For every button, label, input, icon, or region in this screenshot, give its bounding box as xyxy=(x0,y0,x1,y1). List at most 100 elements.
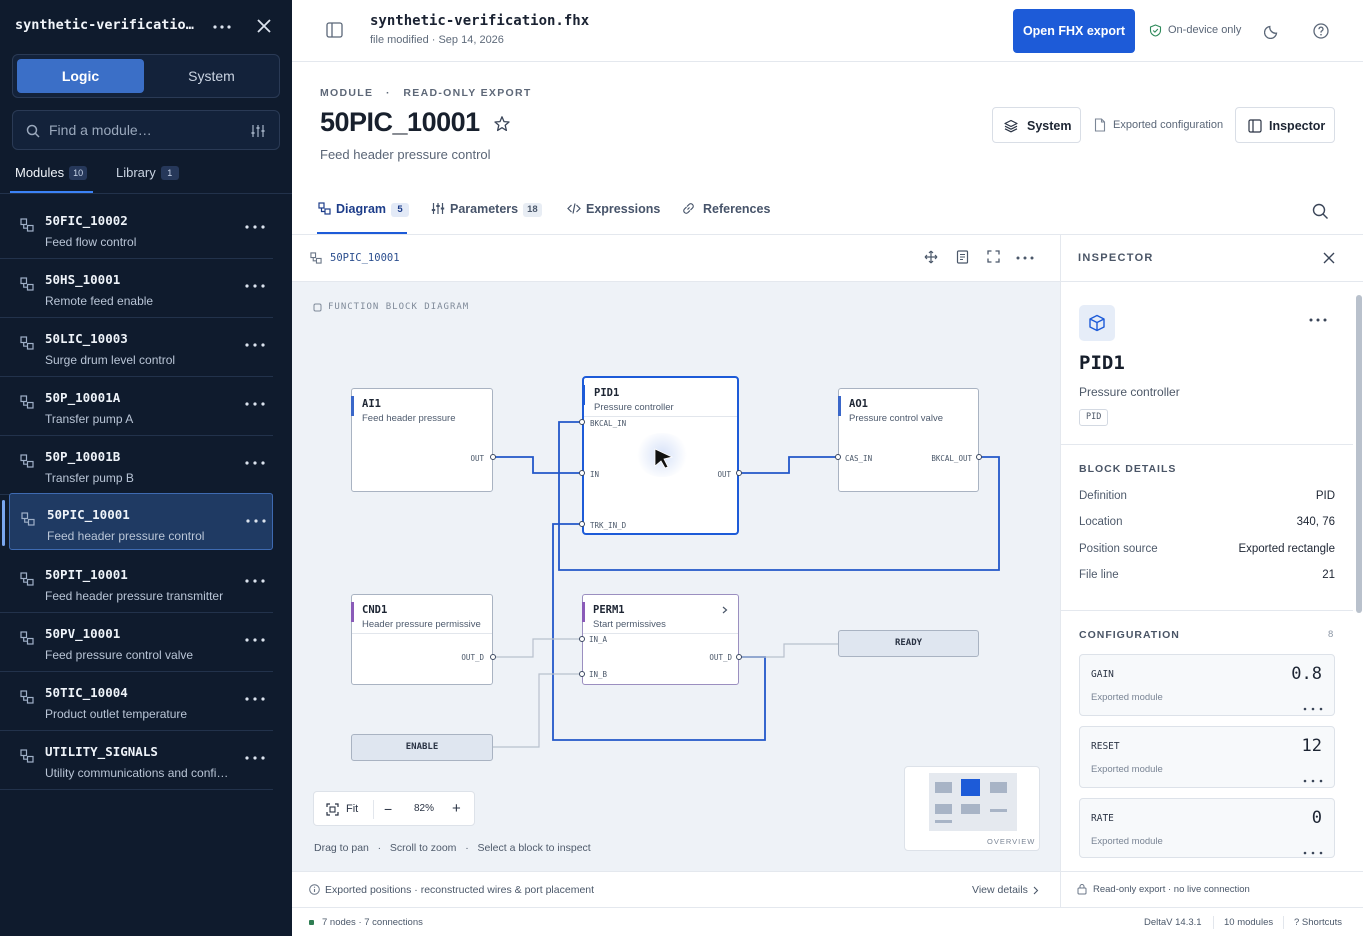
more-icon[interactable] xyxy=(244,338,266,352)
module-name: 50HS_10001 xyxy=(45,272,121,287)
more-icon[interactable] xyxy=(244,692,266,706)
canvas-hints: Drag to pan · Scroll to zoom · Select a … xyxy=(314,842,591,854)
config-card-reset[interactable]: RESET 12 Exported module xyxy=(1079,726,1335,788)
module-icon xyxy=(20,631,34,645)
block-type-badge xyxy=(1079,305,1115,341)
tab-modules[interactable]: Modules 10 xyxy=(15,165,88,180)
more-icon[interactable] xyxy=(1308,316,1328,324)
overview-label: OVERVIEW xyxy=(987,837,1036,846)
file-name: synthetic-verification.fhx xyxy=(370,13,590,29)
sidebar-toggle-icon[interactable] xyxy=(326,22,343,38)
zoom-in-button[interactable]: + xyxy=(452,800,461,817)
overview-minimap[interactable]: OVERVIEW xyxy=(904,766,1040,851)
zoom-out-button[interactable]: − xyxy=(384,801,392,817)
file-modified: file modified · Sep 14, 2026 xyxy=(370,34,504,46)
open-fhx-export-button[interactable]: Open FHX export xyxy=(1013,9,1135,53)
module-desc: Feed header pressure transmitter xyxy=(45,589,224,603)
inspector-panel: INSPECTOR PID1 Pressure controller PID B… xyxy=(1060,235,1363,907)
tab-expressions[interactable]: Expressions xyxy=(567,202,660,216)
close-icon[interactable] xyxy=(255,17,273,35)
search-icon[interactable] xyxy=(1312,203,1329,220)
module-name: 50FIC_10002 xyxy=(45,213,128,228)
more-icon[interactable] xyxy=(211,16,233,36)
inspector-scrollbar[interactable] xyxy=(1356,295,1362,613)
module-item[interactable]: 50PV_10001 Feed pressure control valve xyxy=(0,613,273,672)
fit-button[interactable]: Fit xyxy=(346,803,358,815)
module-name: 50P_10001A xyxy=(45,390,121,405)
info-icon xyxy=(309,884,320,895)
inspector-footer: Read-only export · no live connection xyxy=(1061,871,1363,907)
configuration-title: CONFIGURATION xyxy=(1079,629,1180,641)
help-icon[interactable] xyxy=(1313,23,1329,39)
view-details-link[interactable]: View details xyxy=(972,884,1028,896)
shortcuts-link[interactable]: ? Shortcuts xyxy=(1294,917,1342,928)
more-icon[interactable] xyxy=(1302,850,1324,856)
module-item[interactable]: 50PIC_10001 Feed header pressure control xyxy=(9,493,273,550)
module-icon xyxy=(20,336,34,350)
module-icon xyxy=(20,690,34,704)
block-type-tag: PID xyxy=(1079,409,1109,426)
more-icon[interactable] xyxy=(244,574,266,588)
module-desc: Feed flow control xyxy=(45,235,137,249)
system-toggle[interactable]: System xyxy=(148,59,275,93)
tab-library[interactable]: Library 1 xyxy=(116,165,179,180)
more-icon[interactable] xyxy=(244,220,266,234)
sidebar: synthetic-verification.fhx Logic System … xyxy=(0,0,292,936)
diagram-icon xyxy=(318,202,331,215)
divider xyxy=(1061,444,1353,445)
tab-diagram[interactable]: Diagram 5 xyxy=(318,202,410,217)
module-item[interactable]: 50P_10001B Transfer pump B xyxy=(0,436,273,495)
module-name: 50PV_10001 xyxy=(45,626,121,641)
selection-indicator xyxy=(2,500,5,546)
code-icon xyxy=(567,203,581,214)
more-icon[interactable] xyxy=(1302,778,1324,784)
page-title: 50PIC_10001 xyxy=(320,107,480,137)
logic-toggle[interactable]: Logic xyxy=(17,59,144,93)
tab-parameters[interactable]: Parameters 18 xyxy=(431,202,542,217)
search-input[interactable]: Find a module… xyxy=(49,122,152,138)
module-count: 10 modules xyxy=(1224,917,1274,928)
module-desc: Transfer pump B xyxy=(45,471,134,485)
module-desc: Utility communications and configuration xyxy=(45,766,235,780)
config-card-gain[interactable]: GAIN 0.8 Exported module xyxy=(1079,654,1335,716)
more-icon[interactable] xyxy=(244,456,266,470)
more-icon[interactable] xyxy=(244,279,266,293)
zoom-controls: Fit − 82% + xyxy=(313,791,475,826)
divider xyxy=(1061,610,1353,611)
search-icon xyxy=(26,124,40,138)
module-item[interactable]: 50PIT_10001 Feed header pressure transmit… xyxy=(0,554,273,613)
chevron-right-icon[interactable] xyxy=(1033,886,1039,895)
module-search[interactable]: Find a module… xyxy=(12,110,280,150)
configuration-count: 8 xyxy=(1328,629,1334,640)
module-item[interactable]: 50FIC_10002 Feed flow control xyxy=(0,200,273,259)
minimap xyxy=(929,773,1017,831)
module-item[interactable]: UTILITY_SIGNALS Utility communications an… xyxy=(0,731,273,790)
more-icon[interactable] xyxy=(1302,706,1324,712)
tab-references[interactable]: References xyxy=(682,202,770,216)
module-item[interactable]: 50LIC_10003 Surge drum level control xyxy=(0,318,273,377)
zoom-level: 82% xyxy=(414,803,435,814)
module-item[interactable]: 50HS_10001 Remote feed enable xyxy=(0,259,273,318)
layers-icon xyxy=(1004,119,1018,133)
sidebar-tabs: Modules 10 Library 1 xyxy=(0,156,292,194)
inspector-title: INSPECTOR xyxy=(1078,252,1154,264)
module-item[interactable]: 50P_10001A Transfer pump A xyxy=(0,377,273,436)
close-icon[interactable] xyxy=(1323,252,1335,264)
more-icon[interactable] xyxy=(244,633,266,647)
system-button[interactable]: System xyxy=(992,107,1081,143)
fit-icon[interactable] xyxy=(326,803,339,816)
diagram-canvas[interactable]: 50PIC_10001 FUNCTION BLOCK DIAGRAM AI1 F… xyxy=(292,235,1060,907)
more-icon[interactable] xyxy=(244,397,266,411)
inspector-button[interactable]: Inspector xyxy=(1235,107,1335,143)
moon-icon[interactable] xyxy=(1264,23,1280,39)
filter-icon[interactable] xyxy=(250,123,266,139)
project-title: synthetic-verification.fhx xyxy=(15,17,200,33)
more-icon[interactable] xyxy=(245,514,267,528)
inspector-header: INSPECTOR xyxy=(1061,235,1363,282)
more-icon[interactable] xyxy=(244,751,266,765)
active-tab-underline xyxy=(317,232,407,234)
module-item[interactable]: 50TIC_10004 Product outlet temperature xyxy=(0,672,273,731)
star-icon[interactable] xyxy=(493,115,511,133)
config-card-rate[interactable]: RATE 0 Exported module xyxy=(1079,798,1335,858)
status-bar: 7 nodes · 7 connections DeltaV 14.3.1 10… xyxy=(292,907,1363,936)
